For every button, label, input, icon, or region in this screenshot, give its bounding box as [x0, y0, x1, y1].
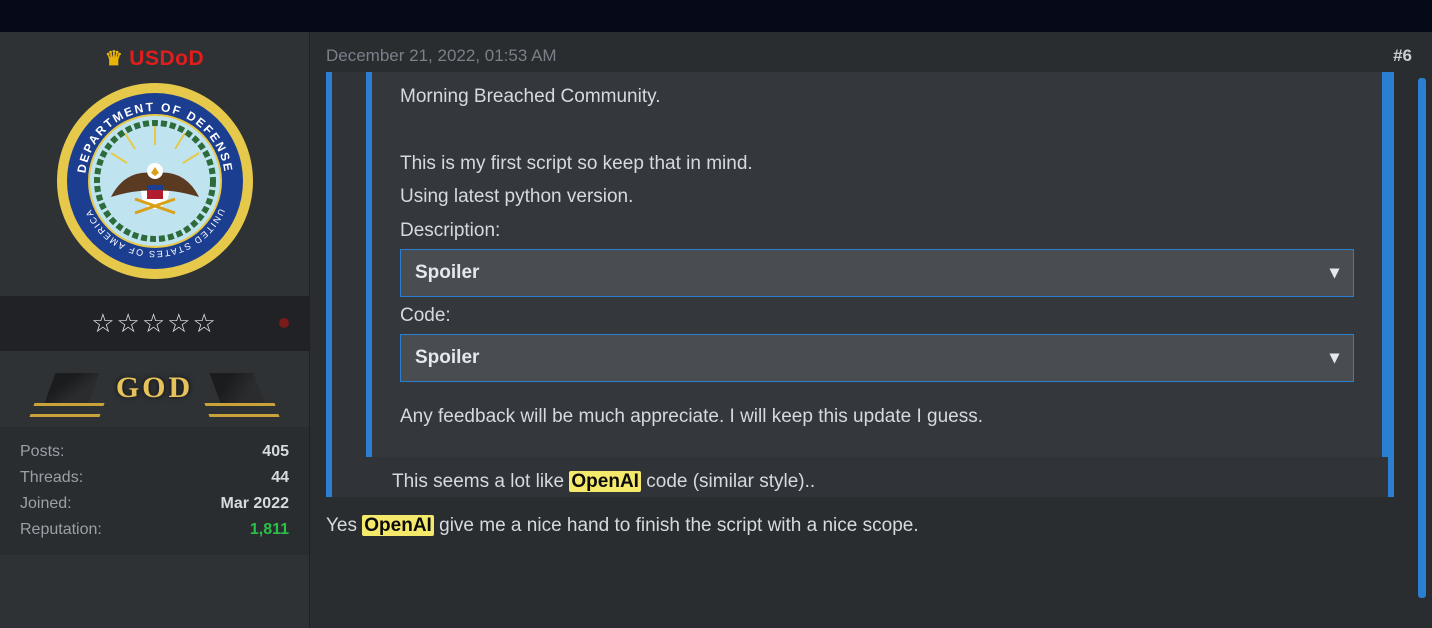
chevron-down-icon: ▾: [1330, 344, 1339, 372]
highlight-openai: OpenAI: [569, 471, 641, 492]
stat-label: Reputation:: [20, 521, 102, 539]
stat-value: 405: [262, 443, 289, 461]
scrollbar[interactable]: [1418, 78, 1426, 598]
post-reply-text: Yes OpenAI give me a nice hand to finish…: [310, 497, 1418, 541]
quote-line: Using latest python version.: [400, 182, 1354, 211]
post-body: Morning Breached Community. This is my f…: [310, 72, 1432, 628]
spoiler-label: Spoiler: [415, 258, 479, 287]
spoiler-label: Spoiler: [415, 343, 479, 372]
spoiler-toggle-description[interactable]: Spoiler ▾: [400, 249, 1354, 296]
quote-line: Morning Breached Community.: [400, 82, 1354, 111]
status-indicator-icon: [279, 318, 289, 328]
forum-post: ♛ USDoD: [0, 32, 1432, 628]
rating-stars: ☆☆☆☆☆: [0, 296, 309, 351]
rank-label: GOD: [116, 371, 193, 404]
stat-reputation[interactable]: Reputation: 1,811: [20, 517, 289, 543]
dod-seal-icon: DEPARTMENT OF DEFENSE UNITED STATES OF A…: [55, 81, 255, 281]
code-label: Code:: [400, 301, 1354, 330]
quote-block-inner: Morning Breached Community. This is my f…: [366, 72, 1388, 457]
post-number[interactable]: #6: [1393, 46, 1412, 66]
quote-line: Any feedback will be much appreciate. I …: [400, 402, 1354, 431]
stat-value: 44: [271, 469, 289, 487]
stat-joined: Joined: Mar 2022: [20, 491, 289, 517]
stat-value: Mar 2022: [221, 495, 290, 513]
stat-threads: Threads: 44: [20, 465, 289, 491]
stars-text: ☆☆☆☆☆: [91, 308, 218, 338]
nested-reply-text: This seems a lot like OpenAI code (simil…: [332, 457, 1388, 497]
author-sidebar: ♛ USDoD: [0, 32, 310, 628]
stat-label: Joined:: [20, 495, 72, 513]
rank-banner: GOD: [0, 351, 309, 427]
stat-posts: Posts: 405: [20, 439, 289, 465]
avatar[interactable]: DEPARTMENT OF DEFENSE UNITED STATES OF A…: [0, 77, 309, 296]
author-stats: Posts: 405 Threads: 44 Joined: Mar 2022 …: [0, 427, 309, 555]
chevron-down-icon: ▾: [1330, 259, 1339, 287]
highlight-openai: OpenAI: [362, 515, 434, 536]
quote-gap: [400, 115, 1354, 144]
description-label: Description:: [400, 216, 1354, 245]
quote-line: This is my first script so keep that in …: [400, 149, 1354, 178]
crown-icon: ♛: [105, 48, 123, 70]
author-username[interactable]: ♛ USDoD: [0, 32, 309, 77]
username-text: USDoD: [129, 47, 204, 70]
top-bar: [0, 0, 1432, 32]
stat-label: Posts:: [20, 443, 64, 461]
spoiler-toggle-code[interactable]: Spoiler ▾: [400, 334, 1354, 381]
quote-block-outer: Morning Breached Community. This is my f…: [326, 72, 1394, 497]
stat-label: Threads:: [20, 469, 83, 487]
stat-value: 1,811: [250, 521, 289, 539]
post-timestamp[interactable]: December 21, 2022, 01:53 AM: [326, 46, 557, 66]
post-header: December 21, 2022, 01:53 AM #6: [310, 32, 1432, 72]
post-main: December 21, 2022, 01:53 AM #6 Morning B…: [310, 32, 1432, 628]
